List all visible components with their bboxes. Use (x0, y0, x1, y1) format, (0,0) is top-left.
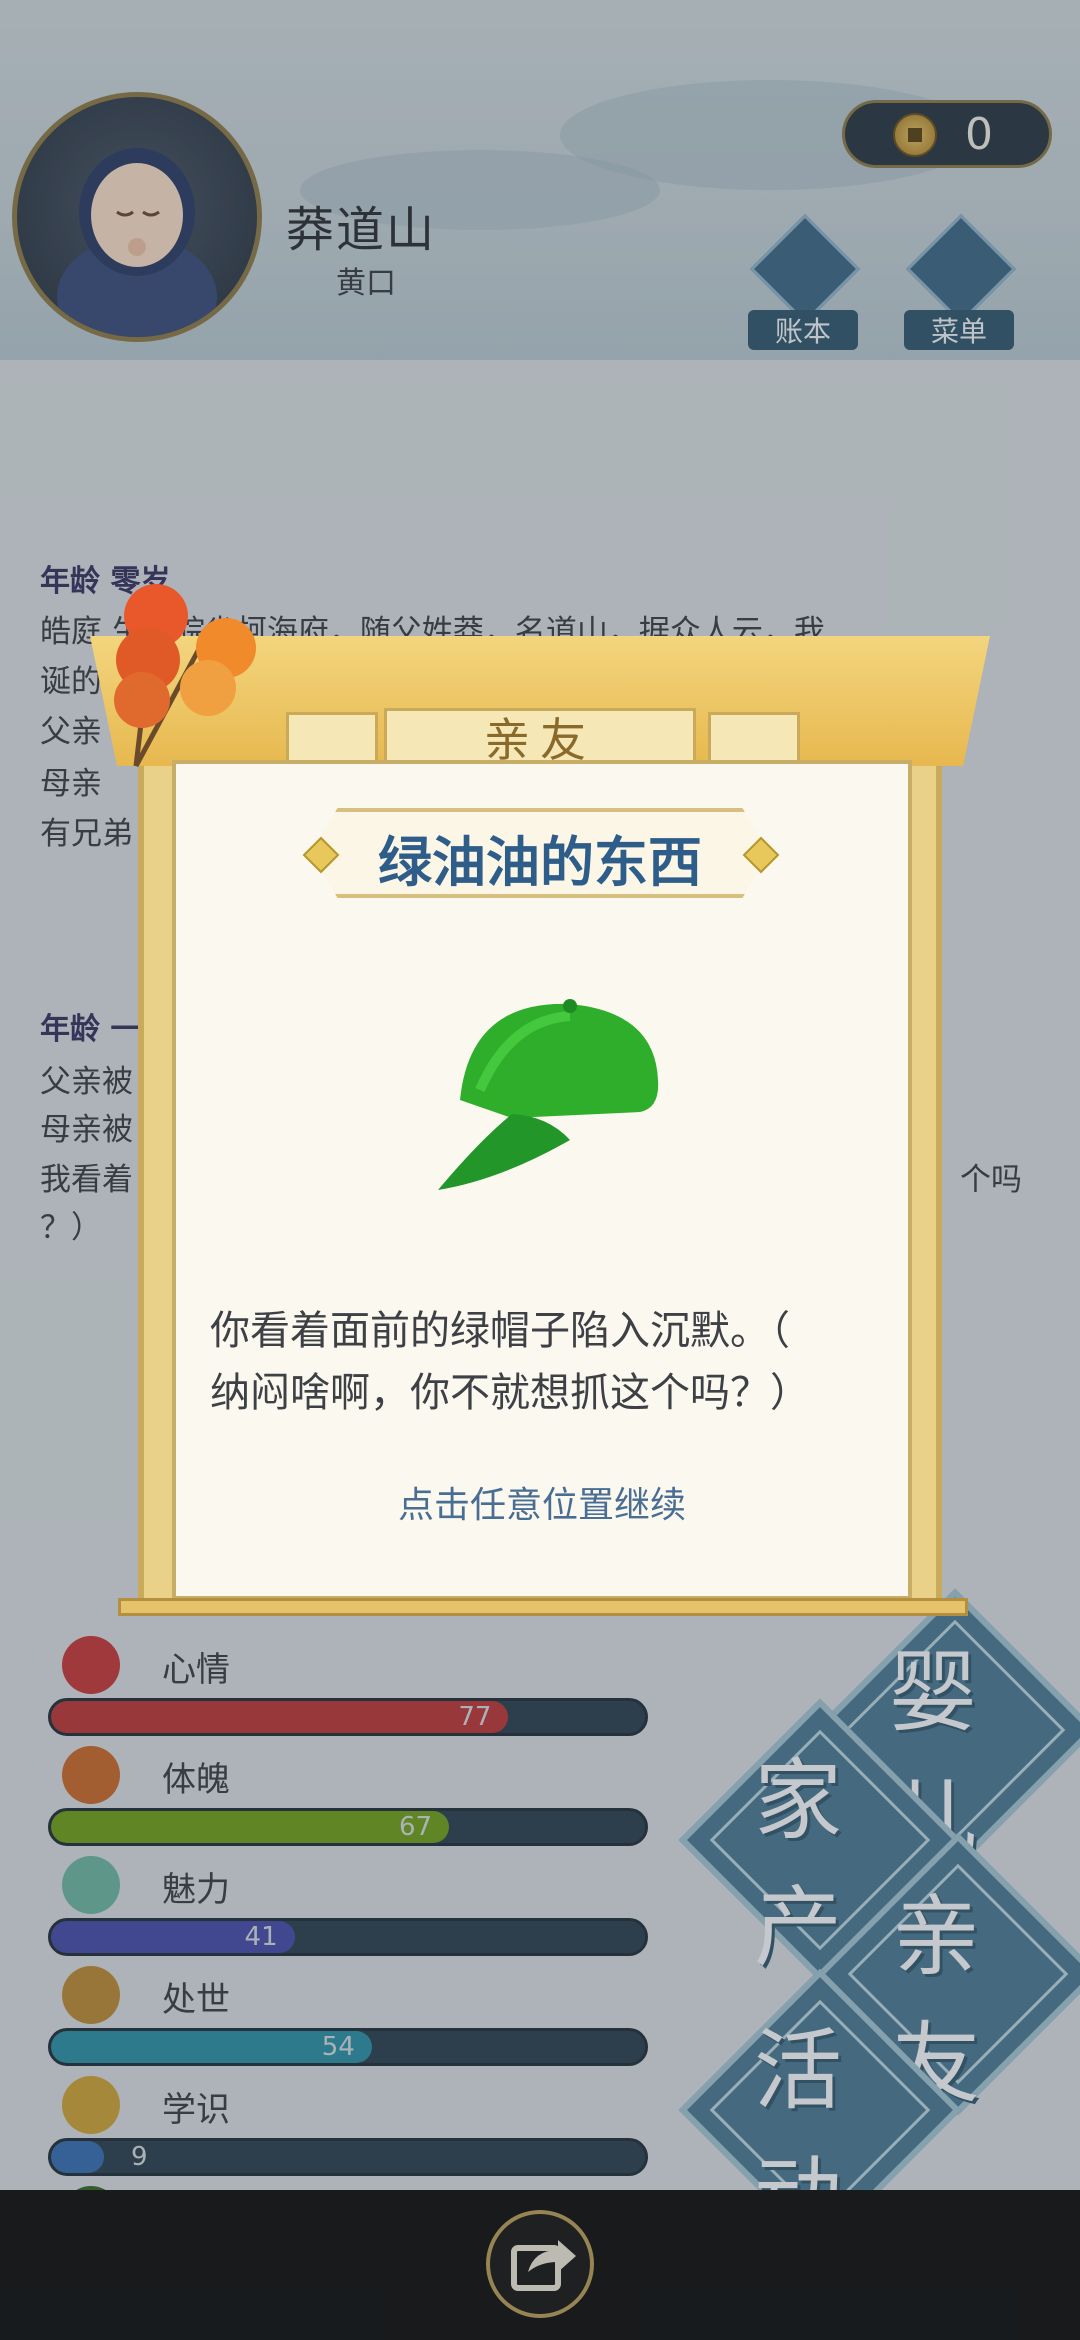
event-message-line: 你看着面前的绿帽子陷入沉默。（ (210, 1308, 790, 1354)
dialog-bottom-rail (118, 1598, 968, 1616)
green-cap-icon (420, 990, 670, 1210)
dialog-header-ornament (286, 712, 378, 766)
event-message-line: 纳闷啥啊，你不就想抓这个吗？） (210, 1370, 810, 1416)
dialog-header-ornament (708, 712, 800, 766)
event-message: 你看着面前的绿帽子陷入沉默。（ 纳闷啥啊，你不就想抓这个吗？） (210, 1300, 890, 1424)
continue-hint[interactable]: 点击任意位置继续 (172, 1476, 912, 1528)
candied-haws-decoration (96, 576, 276, 776)
event-title: 绿油油的东西 (378, 831, 702, 894)
